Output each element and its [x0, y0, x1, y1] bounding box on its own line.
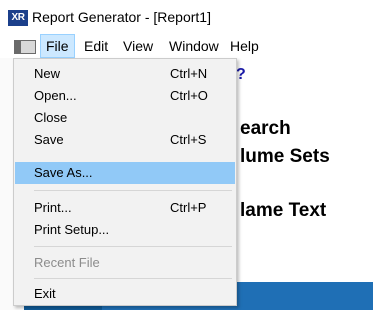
app-icon[interactable]: XR — [8, 10, 28, 26]
menu-item-exit[interactable]: Exit — [15, 283, 235, 305]
menu-item-label: Print Setup... — [34, 222, 110, 237]
report-heading-1: earch — [240, 118, 291, 139]
menu-item-label: Recent File — [34, 255, 100, 270]
menu-item-print[interactable]: Print... Ctrl+P — [15, 197, 235, 219]
menu-file[interactable]: File — [40, 34, 75, 58]
menu-separator — [34, 246, 232, 247]
menu-item-label: Save As... — [34, 165, 93, 180]
menu-edit[interactable]: Edit — [79, 34, 113, 58]
menu-item-label: Exit — [34, 286, 56, 301]
menu-item-close[interactable]: Close — [15, 107, 235, 129]
menu-item-print-setup[interactable]: Print Setup... — [15, 219, 235, 241]
document-window-icon[interactable] — [14, 40, 36, 54]
menu-item-save-as[interactable]: Save As... — [15, 162, 235, 184]
menu-item-label: Print... — [34, 200, 72, 215]
menu-item-save[interactable]: Save Ctrl+S — [15, 129, 235, 151]
menu-item-label: New — [34, 66, 61, 81]
menu-item-shortcut: Ctrl+P — [170, 200, 207, 215]
menu-item-new[interactable]: New Ctrl+N — [15, 63, 235, 85]
menu-help[interactable]: Help — [225, 34, 264, 58]
report-heading-3: lame Text — [240, 200, 327, 221]
report-heading-2: lume Sets — [240, 146, 330, 167]
menu-item-shortcut: Ctrl+S — [170, 132, 207, 147]
window-title: Report Generator - [Report1] — [32, 9, 211, 25]
title-bar: XR Report Generator - [Report1] — [0, 0, 373, 34]
menu-separator — [34, 278, 232, 279]
menu-view[interactable]: View — [118, 34, 158, 58]
hint-marker: ? — [236, 66, 246, 83]
menu-item-label: Open... — [34, 88, 77, 103]
menu-item-shortcut: Ctrl+O — [170, 88, 208, 103]
menu-item-open[interactable]: Open... Ctrl+O — [15, 85, 235, 107]
menu-item-recent-file: Recent File — [15, 252, 235, 274]
menu-window[interactable]: Window — [164, 34, 224, 58]
menu-item-label: Save — [34, 132, 64, 147]
file-menu-dropdown: New Ctrl+N Open... Ctrl+O Close Save Ctr… — [13, 58, 237, 306]
menu-item-label: Close — [34, 110, 68, 125]
menu-item-shortcut: Ctrl+N — [170, 66, 208, 81]
menu-separator — [34, 190, 232, 191]
